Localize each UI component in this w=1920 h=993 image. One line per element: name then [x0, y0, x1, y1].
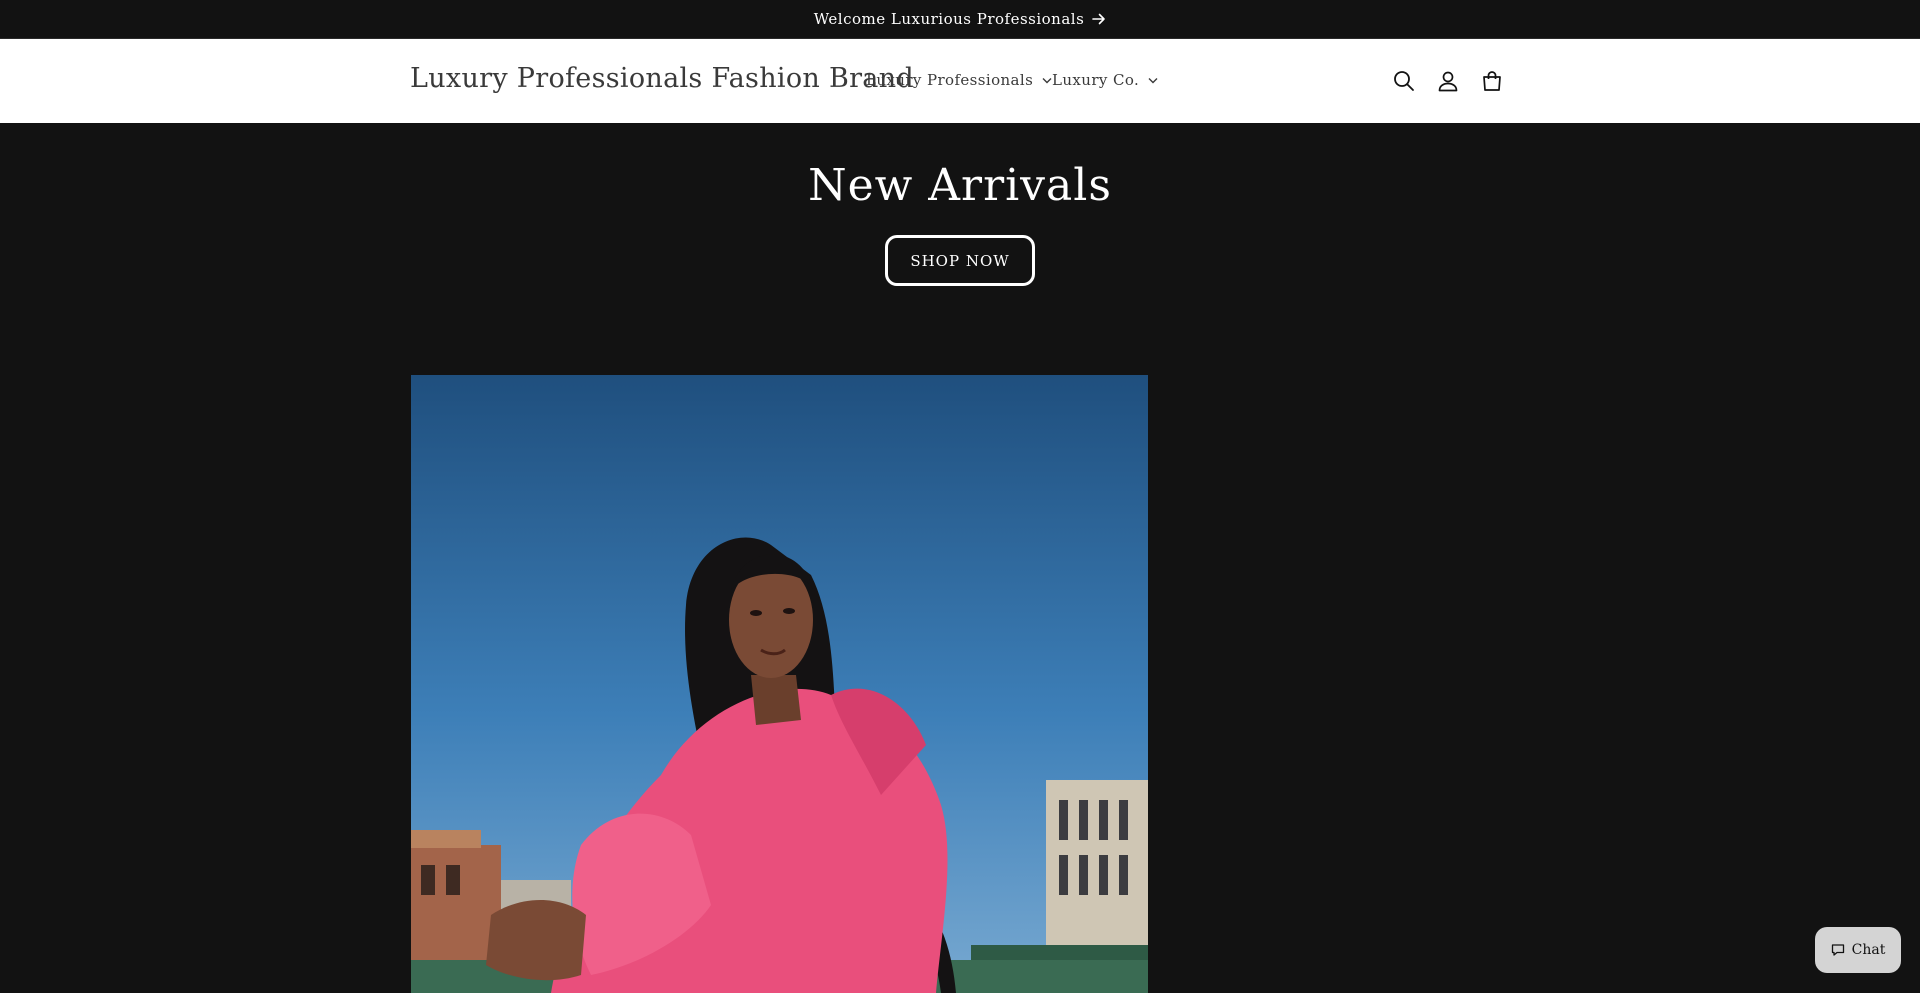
nav-label: Luxury Professionals [866, 71, 1034, 89]
announcement-bar[interactable]: Welcome Luxurious Professionals [0, 0, 1920, 39]
chat-label: Chat [1851, 942, 1886, 958]
arrow-right-icon [1092, 13, 1106, 25]
nav-luxury-co[interactable]: Luxury Co. [1052, 71, 1158, 89]
nav-luxury-professionals[interactable]: Luxury Professionals [866, 71, 1052, 89]
nav-label: Luxury Co. [1052, 71, 1140, 89]
chevron-down-icon [1148, 77, 1158, 84]
chat-button[interactable]: Chat [1815, 927, 1901, 973]
chevron-down-icon [1042, 77, 1052, 84]
chat-bubble-icon [1831, 943, 1845, 957]
account-icon[interactable] [1433, 66, 1463, 96]
search-icon[interactable] [1389, 66, 1419, 96]
cart-icon[interactable] [1477, 66, 1507, 96]
announcement-text: Welcome Luxurious Professionals [813, 10, 1085, 28]
site-header: Luxury Professionals Fashion Brand Luxur… [0, 39, 1920, 123]
brand-logo-link[interactable]: Luxury Professionals Fashion Brand [410, 63, 914, 94]
featured-product-image[interactable] [411, 375, 1148, 993]
hero-title: New Arrivals [808, 160, 1112, 211]
shop-now-button[interactable]: SHOP NOW [885, 235, 1035, 286]
